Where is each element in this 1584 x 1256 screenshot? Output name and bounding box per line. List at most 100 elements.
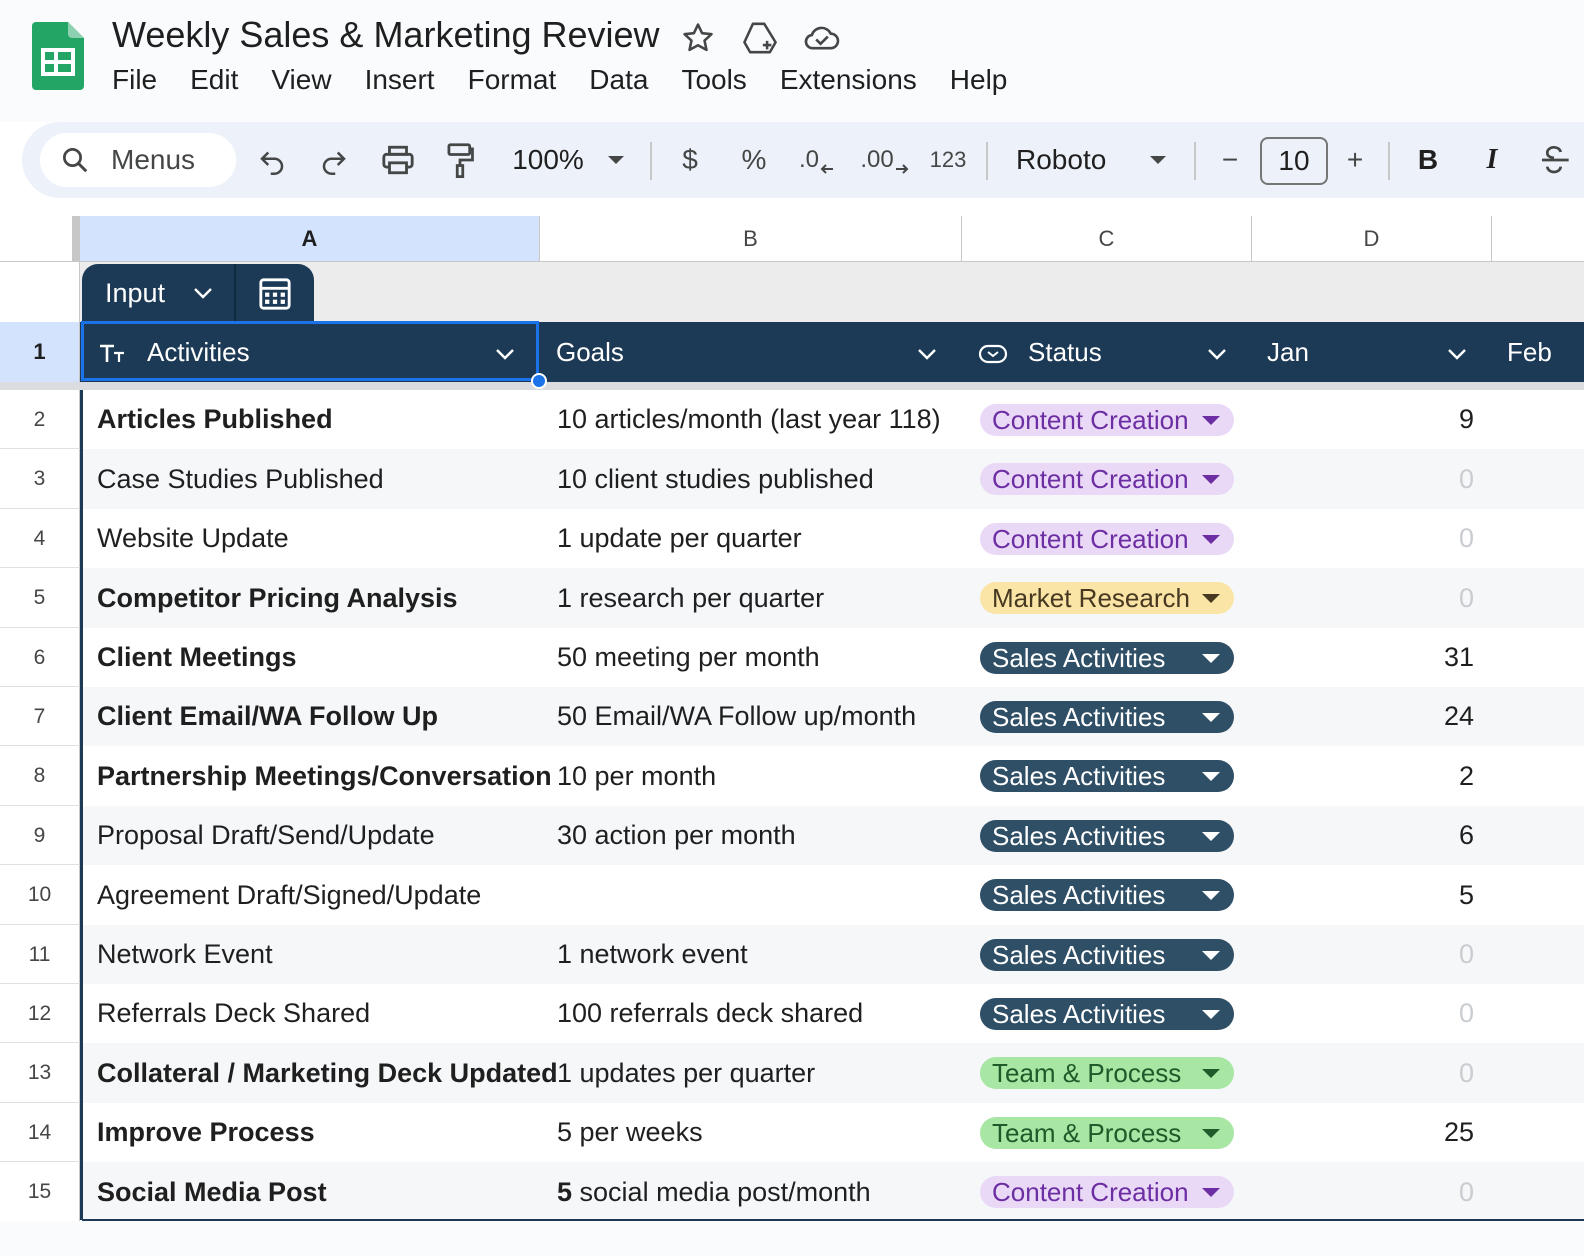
menu-edit[interactable]: Edit — [190, 64, 238, 96]
dropdown-caret-icon[interactable] — [1202, 772, 1220, 781]
star-icon[interactable] — [678, 18, 718, 58]
dropdown-caret-icon[interactable] — [1202, 594, 1220, 603]
row-header-1[interactable]: 1 — [0, 322, 80, 382]
status-chip[interactable]: Market Research — [980, 582, 1234, 614]
status-chip[interactable]: Sales Activities — [980, 998, 1234, 1030]
jan-cell[interactable]: 9 — [1252, 390, 1474, 449]
row-header[interactable]: 5 — [0, 568, 80, 628]
chevron-down-icon[interactable] — [192, 286, 214, 305]
menu-tools[interactable]: Tools — [681, 64, 746, 96]
status-chip[interactable]: Sales Activities — [980, 642, 1234, 674]
header-goals[interactable]: Goals — [556, 322, 624, 382]
menu-view[interactable]: View — [271, 64, 331, 96]
dropdown-caret-icon[interactable] — [1202, 891, 1220, 900]
row-header[interactable]: 11 — [0, 925, 80, 984]
font-size-input[interactable]: 10 — [1260, 137, 1328, 185]
activity-cell[interactable]: Client Email/WA Follow Up — [97, 687, 438, 746]
jan-cell[interactable]: 0 — [1252, 984, 1474, 1043]
percent-format-button[interactable]: % — [734, 136, 774, 184]
jan-cell[interactable]: 0 — [1252, 925, 1474, 984]
bold-button[interactable]: B — [1410, 136, 1446, 184]
goal-cell[interactable]: 30 action per month — [557, 806, 796, 865]
selection-handle[interactable] — [531, 373, 547, 389]
activity-cell[interactable]: Network Event — [97, 925, 273, 984]
jan-cell[interactable]: 0 — [1252, 449, 1474, 509]
redo-icon[interactable] — [314, 136, 354, 184]
italic-button[interactable]: I — [1474, 136, 1510, 184]
activity-cell[interactable]: Client Meetings — [97, 628, 297, 687]
select-all-corner[interactable] — [0, 216, 80, 262]
row-header[interactable]: 6 — [0, 628, 80, 687]
header-jan[interactable]: Jan — [1267, 322, 1309, 382]
dropdown-caret-icon[interactable] — [1202, 535, 1220, 544]
menu-format[interactable]: Format — [468, 64, 557, 96]
row-header[interactable]: 13 — [0, 1043, 80, 1103]
status-chip[interactable]: Content Creation — [980, 1176, 1234, 1208]
status-chip[interactable]: Content Creation — [980, 463, 1234, 495]
header-feb[interactable]: Feb — [1507, 322, 1552, 382]
goal-cell[interactable]: 50 meeting per month — [557, 628, 820, 687]
row-header[interactable]: 4 — [0, 509, 80, 568]
status-chip[interactable]: Sales Activities — [980, 760, 1234, 792]
jan-cell[interactable]: 0 — [1252, 568, 1474, 628]
currency-format-button[interactable]: $ — [672, 136, 708, 184]
status-chip[interactable]: Sales Activities — [980, 879, 1234, 911]
dropdown-caret-icon[interactable] — [1202, 1188, 1220, 1197]
jan-cell[interactable]: 0 — [1252, 509, 1474, 568]
status-chip[interactable]: Content Creation — [980, 404, 1234, 436]
document-title[interactable]: Weekly Sales & Marketing Review — [112, 14, 660, 56]
activity-cell[interactable]: Partnership Meetings/Conversation — [97, 746, 552, 806]
status-chip[interactable]: Team & Process — [980, 1117, 1234, 1149]
print-icon[interactable] — [376, 136, 420, 184]
zoom-chevron-down-icon[interactable] — [604, 136, 628, 184]
menu-data[interactable]: Data — [589, 64, 648, 96]
dropdown-caret-icon[interactable] — [1202, 1010, 1220, 1019]
dropdown-caret-icon[interactable] — [1202, 475, 1220, 484]
font-chevron-down-icon[interactable] — [1146, 136, 1170, 184]
font-family-select[interactable]: Roboto — [1016, 136, 1116, 184]
cloud-saved-icon[interactable] — [802, 18, 842, 58]
goal-cell[interactable]: 1 network event — [557, 925, 748, 984]
jan-cell[interactable]: 0 — [1252, 1162, 1474, 1222]
row-header[interactable]: 3 — [0, 449, 80, 509]
frozen-row-divider[interactable] — [0, 382, 1584, 390]
dropdown-caret-icon[interactable] — [1202, 832, 1220, 841]
activity-cell[interactable]: Improve Process — [97, 1103, 315, 1162]
status-chip[interactable]: Team & Process — [980, 1057, 1234, 1089]
goal-cell[interactable]: 10 articles/month (last year 118) — [557, 390, 941, 449]
activity-cell[interactable]: Agreement Draft/Signed/Update — [97, 865, 481, 925]
paint-format-icon[interactable] — [440, 136, 480, 184]
activity-cell[interactable]: Case Studies Published — [97, 449, 384, 509]
row-header[interactable]: 12 — [0, 984, 80, 1043]
dropdown-caret-icon[interactable] — [1202, 713, 1220, 722]
increase-decimal-button[interactable]: .00 — [860, 136, 910, 184]
jan-cell[interactable]: 31 — [1252, 628, 1474, 687]
row-header[interactable]: 8 — [0, 746, 80, 806]
dropdown-caret-icon[interactable] — [1202, 1069, 1220, 1078]
activity-cell[interactable]: Articles Published — [97, 390, 333, 449]
menu-help[interactable]: Help — [950, 64, 1008, 96]
jan-cell[interactable]: 2 — [1252, 746, 1474, 806]
status-chip[interactable]: Content Creation — [980, 523, 1234, 555]
activity-cell[interactable]: Referrals Deck Shared — [97, 984, 370, 1043]
column-header-a[interactable]: A — [80, 216, 540, 262]
search-menus-input[interactable]: Menus — [40, 133, 236, 187]
table-name[interactable]: Input — [105, 278, 165, 309]
activity-cell[interactable]: Competitor Pricing Analysis — [97, 568, 458, 628]
table-calculator-icon[interactable] — [258, 278, 292, 315]
activity-cell[interactable]: Website Update — [97, 509, 289, 568]
zoom-select[interactable]: 100% — [508, 136, 588, 184]
sheets-logo-icon[interactable] — [32, 22, 84, 95]
menu-file[interactable]: File — [112, 64, 157, 96]
dropdown-caret-icon[interactable] — [1202, 1129, 1220, 1138]
header-goals-chevron-down-icon[interactable] — [916, 322, 938, 382]
row-header[interactable]: 15 — [0, 1162, 80, 1222]
goal-cell[interactable]: 100 referrals deck shared — [557, 984, 863, 1043]
row-header[interactable]: 10 — [0, 865, 80, 925]
goal-cell[interactable]: 50 Email/WA Follow up/month — [557, 687, 916, 746]
decrease-font-size-button[interactable]: − — [1214, 136, 1246, 184]
goal-cell[interactable]: 10 per month — [557, 746, 716, 806]
jan-cell[interactable]: 0 — [1252, 1043, 1474, 1103]
status-chip[interactable]: Sales Activities — [980, 701, 1234, 733]
activity-cell[interactable]: Proposal Draft/Send/Update — [97, 806, 435, 865]
